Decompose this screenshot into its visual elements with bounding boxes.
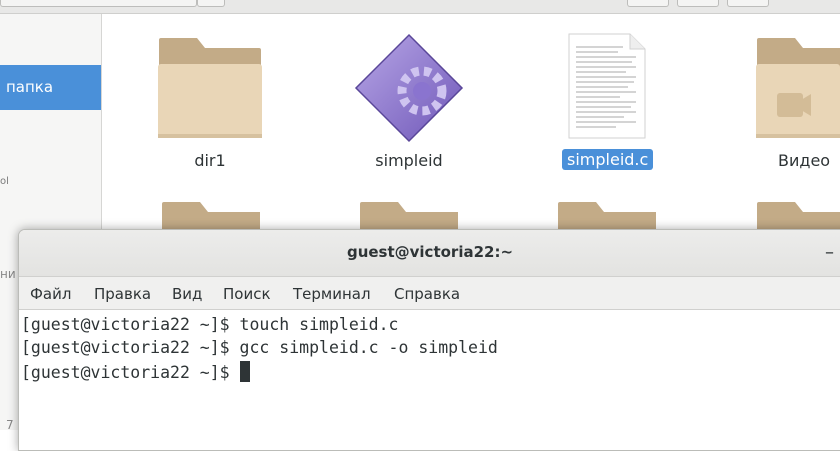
toolbar-button-1[interactable]	[627, 0, 669, 7]
menu-help[interactable]: Справка	[394, 285, 460, 303]
path-bar-button[interactable]	[197, 0, 225, 7]
menu-terminal[interactable]: Терминал	[293, 285, 371, 303]
terminal-titlebar[interactable]: guest@victoria22:~ –	[19, 230, 840, 277]
terminal-menubar: Файл Правка Вид Поиск Терминал Справка	[19, 277, 840, 310]
file-label-video[interactable]: Видео	[778, 151, 840, 170]
file-manager-toolbar	[0, 0, 840, 14]
terminal-prompt: [guest@victoria22 ~]$	[21, 363, 240, 382]
terminal-title: guest@victoria22:~	[346, 243, 514, 261]
menu-edit[interactable]: Правка	[94, 285, 151, 303]
video-folder-icon[interactable]	[755, 38, 840, 140]
terminal-line: [guest@victoria22 ~]$ gcc simpleid.c -o …	[21, 338, 498, 357]
folder-icon[interactable]	[157, 38, 263, 140]
terminal-prompt-line[interactable]: [guest@victoria22 ~]$	[21, 361, 250, 382]
menu-view[interactable]: Вид	[172, 285, 202, 303]
sidebar-fragment: ol	[0, 176, 9, 187]
sidebar-item-selected[interactable]: папка	[0, 65, 101, 110]
file-label-simpleid-c[interactable]: simpleid.c	[562, 149, 654, 170]
terminal-cursor	[239, 361, 250, 382]
sidebar-fragment: ни	[0, 267, 16, 281]
toolbar-button-3[interactable]	[727, 0, 769, 7]
executable-icon[interactable]	[354, 33, 464, 143]
terminal-window[interactable]: guest@victoria22:~ – Файл Правка Вид Пои…	[18, 229, 840, 451]
sidebar-item-label: папка	[6, 78, 54, 96]
terminal-line: [guest@victoria22 ~]$ touch simpleid.c	[21, 315, 399, 334]
file-label-simpleid[interactable]: simpleid	[370, 151, 448, 170]
path-bar[interactable]	[0, 0, 197, 7]
file-label-dir1[interactable]: dir1	[180, 151, 240, 170]
toolbar-button-2[interactable]	[677, 0, 719, 7]
menu-file[interactable]: Файл	[30, 285, 71, 303]
text-document-icon[interactable]	[568, 33, 646, 139]
minimize-icon[interactable]: –	[825, 242, 834, 263]
menu-search[interactable]: Поиск	[223, 285, 271, 303]
